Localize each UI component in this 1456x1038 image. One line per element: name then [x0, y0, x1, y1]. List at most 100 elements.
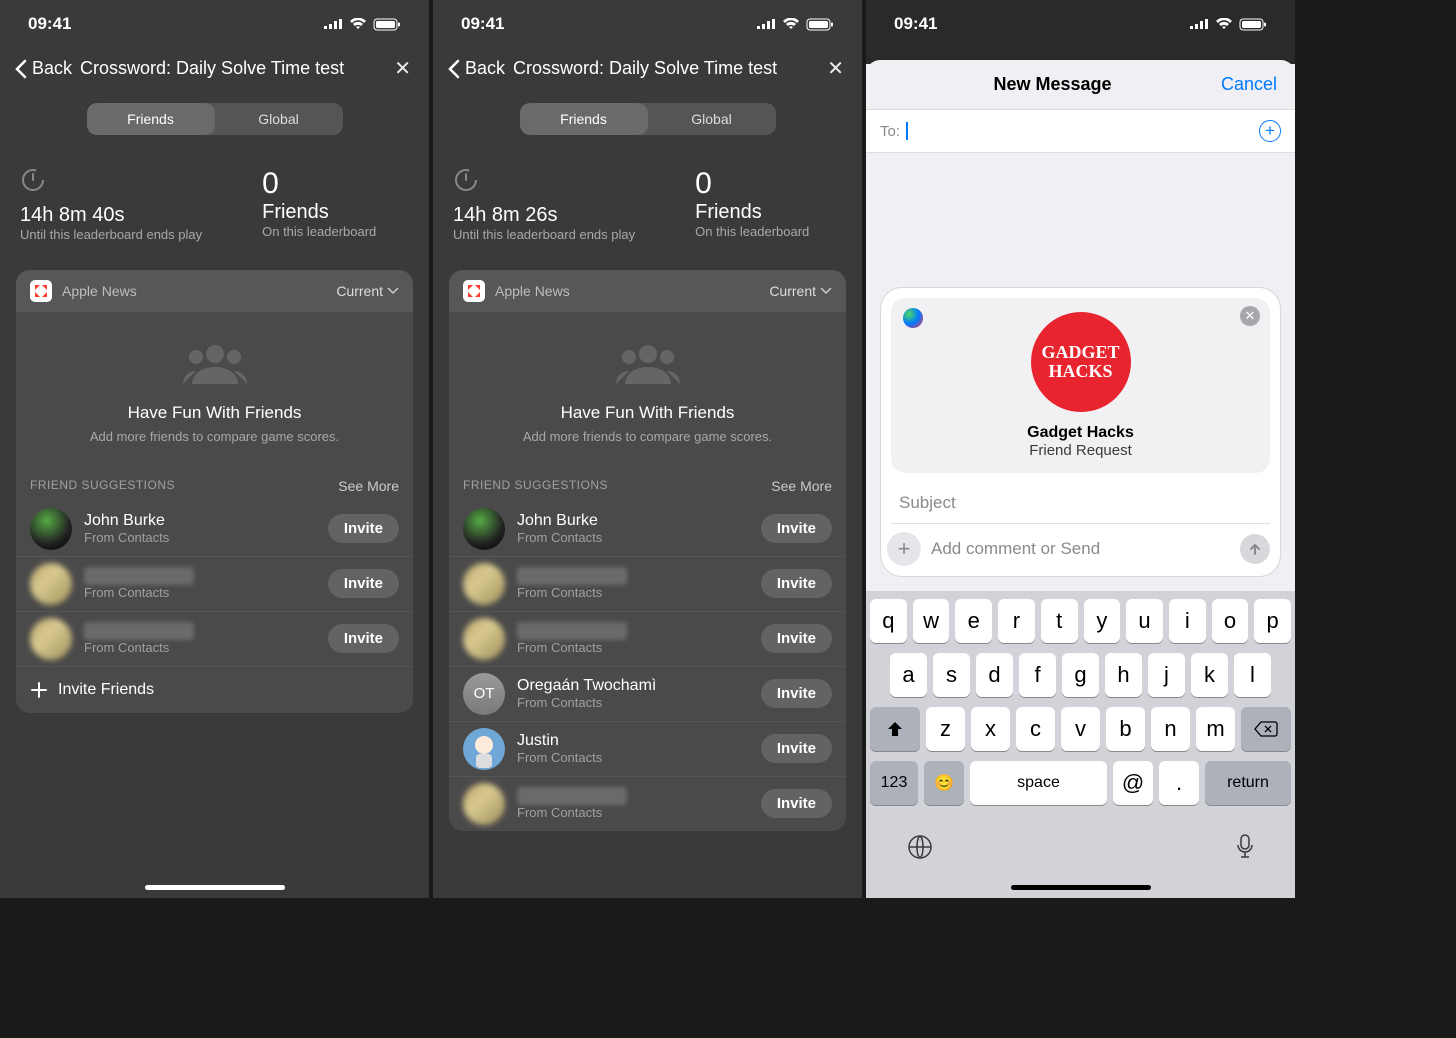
timeframe-selector[interactable]: Current — [336, 283, 399, 299]
key-j[interactable]: j — [1148, 653, 1185, 697]
screenshot-3: 09:41 New Message Cancel To: + ✕ — [866, 0, 1295, 898]
emoji-key[interactable]: 😊 — [924, 761, 964, 805]
suggestion-list: John BurkeFrom ContactsInviteFrom Contac… — [449, 502, 846, 831]
add-attachment-button[interactable]: + — [887, 532, 921, 566]
shift-key[interactable] — [870, 707, 920, 751]
key-k[interactable]: k — [1191, 653, 1228, 697]
key-p[interactable]: p — [1254, 599, 1291, 643]
key-v[interactable]: v — [1061, 707, 1100, 751]
section-label: FRIEND SUGGESTIONS — [463, 478, 608, 494]
avatar — [30, 618, 72, 660]
apple-news-icon — [463, 280, 485, 302]
subject-field[interactable]: Subject — [891, 483, 1270, 524]
key-b[interactable]: b — [1106, 707, 1145, 751]
chevron-left-icon[interactable] — [14, 59, 28, 79]
key-d[interactable]: d — [976, 653, 1013, 697]
invite-button[interactable]: Invite — [761, 679, 832, 708]
key-t[interactable]: t — [1041, 599, 1078, 643]
cellular-icon — [323, 18, 343, 30]
key-c[interactable]: c — [1016, 707, 1055, 751]
key-q[interactable]: q — [870, 599, 907, 643]
avatar — [30, 508, 72, 550]
close-button[interactable]: ✕ — [390, 52, 415, 85]
suggestion-row: From ContactsInvite — [449, 776, 846, 831]
at-key[interactable]: @ — [1113, 761, 1153, 805]
invite-friends-button[interactable]: Invite Friends — [16, 666, 413, 713]
avatar — [463, 728, 505, 770]
compose-field[interactable]: Add comment or Send — [931, 539, 1230, 559]
see-more-button[interactable]: See More — [771, 478, 832, 494]
key-x[interactable]: x — [971, 707, 1010, 751]
time-remaining-sub: Until this leaderboard ends play — [453, 227, 635, 244]
card-source: Apple News — [62, 283, 336, 299]
key-z[interactable]: z — [926, 707, 965, 751]
card-header: Apple News Current — [16, 270, 413, 312]
invite-button[interactable]: Invite — [328, 569, 399, 598]
key-i[interactable]: i — [1169, 599, 1206, 643]
key-e[interactable]: e — [955, 599, 992, 643]
key-f[interactable]: f — [1019, 653, 1056, 697]
plus-icon — [30, 681, 48, 699]
suggestion-name: John Burke — [84, 512, 328, 530]
key-r[interactable]: r — [998, 599, 1035, 643]
timeframe-selector[interactable]: Current — [769, 283, 832, 299]
key-n[interactable]: n — [1151, 707, 1190, 751]
suggestion-name — [517, 787, 627, 805]
time-remaining: 14h 8m 26s — [453, 204, 635, 227]
friends-label: Friends — [262, 201, 376, 224]
dot-key[interactable]: . — [1159, 761, 1199, 805]
tab-global[interactable]: Global — [648, 103, 776, 135]
key-s[interactable]: s — [933, 653, 970, 697]
back-button[interactable]: Back — [32, 58, 72, 79]
avatar — [463, 563, 505, 605]
to-field[interactable]: To: + — [866, 109, 1295, 153]
chevron-left-icon[interactable] — [447, 59, 461, 79]
home-indicator — [1011, 885, 1151, 890]
suggestion-name — [517, 622, 627, 640]
suggestion-source: From Contacts — [517, 750, 761, 765]
return-key[interactable]: return — [1205, 761, 1291, 805]
dictation-key[interactable] — [1235, 833, 1255, 866]
status-icons — [1189, 18, 1267, 31]
tab-friends[interactable]: Friends — [520, 103, 648, 135]
invite-button[interactable]: Invite — [761, 569, 832, 598]
keyboard: qwertyuiop asdfghjkl zxcvbnm 123 😊 space… — [866, 591, 1295, 898]
remove-attachment-button[interactable]: ✕ — [1240, 306, 1260, 326]
globe-key[interactable] — [906, 833, 934, 866]
invite-button[interactable]: Invite — [761, 789, 832, 818]
back-button[interactable]: Back — [465, 58, 505, 79]
suggestion-source: From Contacts — [517, 805, 761, 820]
suggestion-name — [84, 567, 194, 585]
tab-global[interactable]: Global — [215, 103, 343, 135]
card-source: Apple News — [495, 283, 769, 299]
friends-count: 0 — [695, 167, 809, 201]
invite-button[interactable]: Invite — [761, 734, 832, 763]
add-recipient-button[interactable]: + — [1259, 120, 1281, 142]
see-more-button[interactable]: See More — [338, 478, 399, 494]
suggestion-name: Justin — [517, 732, 761, 750]
cancel-button[interactable]: Cancel — [1221, 74, 1277, 95]
sheet-header: New Message Cancel — [866, 60, 1295, 109]
key-m[interactable]: m — [1196, 707, 1235, 751]
invite-button[interactable]: Invite — [328, 624, 399, 653]
numbers-key[interactable]: 123 — [870, 761, 918, 805]
key-w[interactable]: w — [913, 599, 950, 643]
close-button[interactable]: ✕ — [823, 52, 848, 85]
key-y[interactable]: y — [1084, 599, 1121, 643]
invite-button[interactable]: Invite — [761, 514, 832, 543]
suggestion-name: Oregaán Twochamì — [517, 677, 761, 695]
friends-label: Friends — [695, 201, 809, 224]
friend-request-attachment[interactable]: ✕ GADGET HACKS Gadget Hacks Friend Reque… — [891, 298, 1270, 473]
send-button[interactable] — [1240, 534, 1270, 564]
tab-friends[interactable]: Friends — [87, 103, 215, 135]
key-o[interactable]: o — [1212, 599, 1249, 643]
key-u[interactable]: u — [1126, 599, 1163, 643]
key-a[interactable]: a — [890, 653, 927, 697]
delete-key[interactable] — [1241, 707, 1291, 751]
invite-button[interactable]: Invite — [761, 624, 832, 653]
key-l[interactable]: l — [1234, 653, 1271, 697]
space-key[interactable]: space — [970, 761, 1107, 805]
key-h[interactable]: h — [1105, 653, 1142, 697]
invite-button[interactable]: Invite — [328, 514, 399, 543]
key-g[interactable]: g — [1062, 653, 1099, 697]
